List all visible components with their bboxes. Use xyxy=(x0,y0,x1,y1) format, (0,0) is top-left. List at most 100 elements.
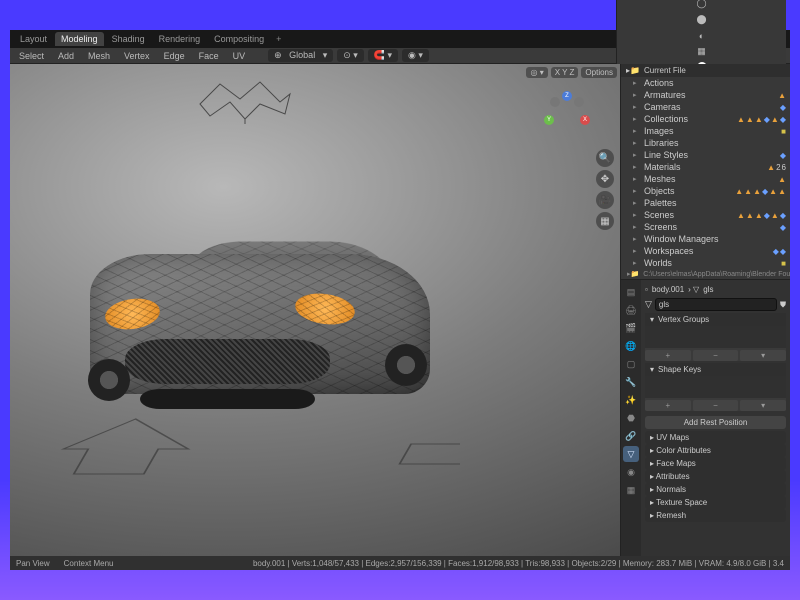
prop-tab-world[interactable]: 🌐 xyxy=(623,338,639,354)
xray-icon[interactable]: ▦ xyxy=(696,46,708,58)
panel-collapsed[interactable]: ▸ Attributes xyxy=(645,470,786,483)
sk-menu[interactable]: ▾ xyxy=(740,400,786,411)
3d-viewport[interactable]: ◎ ▾ X Y Z Options X Y Z 🔍 ✥ 🎥 ▦ xyxy=(10,64,620,556)
panel-collapsed[interactable]: ▸ Normals xyxy=(645,483,786,496)
gizmo-neg[interactable] xyxy=(574,97,584,107)
outliner-item[interactable]: ▸Libraries xyxy=(621,137,790,149)
axes-overlay[interactable]: X Y Z xyxy=(551,67,579,78)
properties-panel: ▤ 🖨 🎬 🌐 ▢ 🔧 ✨ ⬣ 🔗 ▽ ◉ ▦ ▫ body.001 › ▽ g… xyxy=(621,280,790,556)
gizmo-y[interactable]: Y xyxy=(544,115,554,125)
outliner: ▸📁 Current File ▸Actions▸Armatures▲▸Came… xyxy=(621,64,790,280)
prop-tab-render[interactable]: ▤ xyxy=(623,284,639,300)
mesh-name-field[interactable] xyxy=(655,298,777,311)
gizmo-x[interactable]: X xyxy=(580,115,590,125)
options-dropdown[interactable]: Options xyxy=(581,67,617,78)
snap-dropdown[interactable]: 🧲 ▾ xyxy=(368,49,398,62)
menu-vertex[interactable]: Vertex xyxy=(119,50,155,62)
prop-tab-texture[interactable]: ▦ xyxy=(623,482,639,498)
camera-view-icon[interactable]: 🎥 xyxy=(596,191,614,209)
vg-add[interactable]: + xyxy=(645,350,691,361)
menu-add[interactable]: Add xyxy=(53,50,79,62)
crumb-data: gls xyxy=(703,285,713,294)
prop-tab-physics[interactable]: ⬣ xyxy=(623,410,639,426)
nav-gizmo[interactable]: X Y Z xyxy=(542,89,592,139)
sk-add[interactable]: + xyxy=(645,400,691,411)
sk-remove[interactable]: − xyxy=(693,400,739,411)
zoom-icon[interactable]: 🔍 xyxy=(596,149,614,167)
car-mesh xyxy=(70,184,450,414)
perspective-icon[interactable]: ▦ xyxy=(596,212,614,230)
wheel-left xyxy=(88,359,130,401)
outliner-item[interactable]: ▸Screens◆ xyxy=(621,221,790,233)
blender-window: Layout Modeling Shading Rendering Compos… xyxy=(10,30,790,570)
add-rest-position-button[interactable]: Add Rest Position xyxy=(645,416,786,429)
pivot-dropdown[interactable]: ⊙ ▾ xyxy=(337,49,364,62)
outliner-item[interactable]: ▸Objects▲▲▲◆▲▲ xyxy=(621,185,790,197)
panel-header-shape-keys[interactable]: ▾ Shape Keys xyxy=(645,363,786,376)
tab-layout[interactable]: Layout xyxy=(14,32,53,46)
outliner-header[interactable]: ▸📁 Current File xyxy=(621,64,790,77)
tab-modeling[interactable]: Modeling xyxy=(55,32,104,46)
outliner-item[interactable]: ▸Palettes xyxy=(621,197,790,209)
light-gizmo xyxy=(190,74,300,124)
outliner-item[interactable]: ▸Meshes▲ xyxy=(621,173,790,185)
tab-compositing[interactable]: Compositing xyxy=(208,32,270,46)
prop-tab-output[interactable]: 🖨 xyxy=(623,302,639,318)
prop-tab-modifiers[interactable]: 🔧 xyxy=(623,374,639,390)
menu-select[interactable]: Select xyxy=(14,50,49,62)
proportional-dropdown[interactable]: ◉ ▾ xyxy=(402,49,429,62)
overlays-icon[interactable]: ◐ xyxy=(696,30,708,42)
menu-edge[interactable]: Edge xyxy=(159,50,190,62)
status-bar: Pan View Context Menu body.001 | Verts:1… xyxy=(10,556,790,570)
panel-header-vertex-groups[interactable]: ▾ Vertex Groups xyxy=(645,313,786,326)
panel-collapsed[interactable]: ▸ Remesh xyxy=(645,509,786,522)
outliner-item[interactable]: ▸Materials▲26 xyxy=(621,161,790,173)
prop-tab-data[interactable]: ▽ xyxy=(623,446,639,462)
menu-uv[interactable]: UV xyxy=(228,50,251,62)
breadcrumb: ▫ body.001 › ▽ gls xyxy=(645,283,786,296)
outliner-item[interactable]: ▸Cameras◆ xyxy=(621,101,790,113)
outliner-item[interactable]: ▸Scenes▲▲▲◆▲◆ xyxy=(621,209,790,221)
outliner-path: ▸📁 C:\Users\elmas\AppData\Roaming\Blende… xyxy=(621,269,790,279)
add-workspace[interactable]: + xyxy=(276,34,281,44)
overlay-toggle[interactable]: ◎ ▾ xyxy=(526,67,547,78)
vg-remove[interactable]: − xyxy=(693,350,739,361)
shading-solid-icon[interactable]: ⬤ xyxy=(696,14,708,26)
prop-tab-particles[interactable]: ✨ xyxy=(623,392,639,408)
tool-header: Select Add Mesh Vertex Edge Face UV ⊕ Gl… xyxy=(10,48,790,64)
panel-collapsed[interactable]: ▸ Texture Space xyxy=(645,496,786,509)
right-sidebar: ▸📁 Current File ▸Actions▸Armatures▲▸Came… xyxy=(620,64,790,556)
move-view-icon[interactable]: ✥ xyxy=(596,170,614,188)
panel-collapsed[interactable]: ▸ Color Attributes xyxy=(645,444,786,457)
outliner-item[interactable]: ▸Line Styles◆ xyxy=(621,149,790,161)
outliner-item[interactable]: ▸Window Managers xyxy=(621,233,790,245)
outliner-item[interactable]: ▸Armatures▲ xyxy=(621,89,790,101)
gizmo-neg2[interactable] xyxy=(550,97,560,107)
panel-collapsed[interactable]: ▸ Face Maps xyxy=(645,457,786,470)
prop-tab-scene[interactable]: 🎬 xyxy=(623,320,639,336)
outliner-item[interactable]: ▸Workspaces◆◆ xyxy=(621,245,790,257)
orientation-dropdown[interactable]: ⊕ Global ▾ xyxy=(268,49,333,62)
shading-wire-icon[interactable]: ◯ xyxy=(696,0,708,10)
tab-shading[interactable]: Shading xyxy=(106,32,151,46)
prop-tab-object[interactable]: ▢ xyxy=(623,356,639,372)
outliner-item[interactable]: ▸Images■ xyxy=(621,125,790,137)
mesh-icon: ▽ xyxy=(645,299,652,310)
outliner-item[interactable]: ▸Actions xyxy=(621,77,790,89)
vg-menu[interactable]: ▾ xyxy=(740,350,786,361)
tab-rendering[interactable]: Rendering xyxy=(153,32,207,46)
status-context-menu: Context Menu xyxy=(64,559,114,568)
panel-collapsed[interactable]: ▸ UV Maps xyxy=(645,431,786,444)
datablock-users-icon[interactable]: ⛊ xyxy=(780,300,786,310)
wheel-right xyxy=(385,344,427,386)
outliner-item[interactable]: ▸Collections▲▲▲◆▲◆ xyxy=(621,113,790,125)
menu-face[interactable]: Face xyxy=(194,50,224,62)
status-stats: body.001 | Verts:1,048/57,433 | Edges:2,… xyxy=(253,559,784,568)
prop-tab-constraints[interactable]: 🔗 xyxy=(623,428,639,444)
gizmo-z[interactable]: Z xyxy=(562,91,572,101)
menu-mesh[interactable]: Mesh xyxy=(83,50,115,62)
prop-tab-material[interactable]: ◉ xyxy=(623,464,639,480)
car-lower-intake xyxy=(140,389,315,409)
car-grille xyxy=(125,339,330,384)
outliner-item[interactable]: ▸Worlds■ xyxy=(621,257,790,269)
